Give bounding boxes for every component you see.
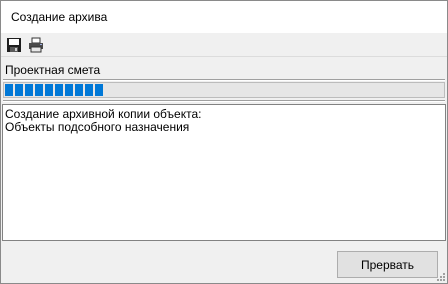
progress-segment [5, 84, 13, 96]
save-button[interactable] [5, 36, 23, 54]
progress-fill [5, 84, 105, 96]
object-name-label: Проектная смета [5, 63, 101, 77]
title-bar[interactable]: Создание архива [1, 1, 447, 33]
separator-highlight [3, 101, 445, 102]
dialog-footer: Прервать [1, 241, 447, 283]
log-line: Объекты подсобного назначения [5, 120, 190, 134]
progress-segment [95, 84, 103, 96]
window-title: Создание архива [11, 10, 108, 24]
progress-bar [3, 82, 445, 98]
progress-segment [55, 84, 63, 96]
separator-highlight [3, 80, 445, 81]
progress-segment [35, 84, 43, 96]
toolbar [1, 33, 447, 57]
print-icon [29, 37, 43, 53]
progress-segment [25, 84, 33, 96]
progress-segment [85, 84, 93, 96]
progress-segment [65, 84, 73, 96]
archive-dialog: Создание архива Проектная смета Создание… [0, 0, 448, 284]
save-icon [7, 38, 21, 52]
progress-segment [15, 84, 23, 96]
print-button[interactable] [27, 36, 45, 54]
progress-segment [45, 84, 53, 96]
progress-segment [75, 84, 83, 96]
log-panel[interactable]: Создание архивной копии объекта: Объекты… [2, 104, 446, 241]
cancel-button[interactable]: Прервать [337, 251, 438, 278]
resize-grip-icon[interactable] [436, 272, 446, 282]
